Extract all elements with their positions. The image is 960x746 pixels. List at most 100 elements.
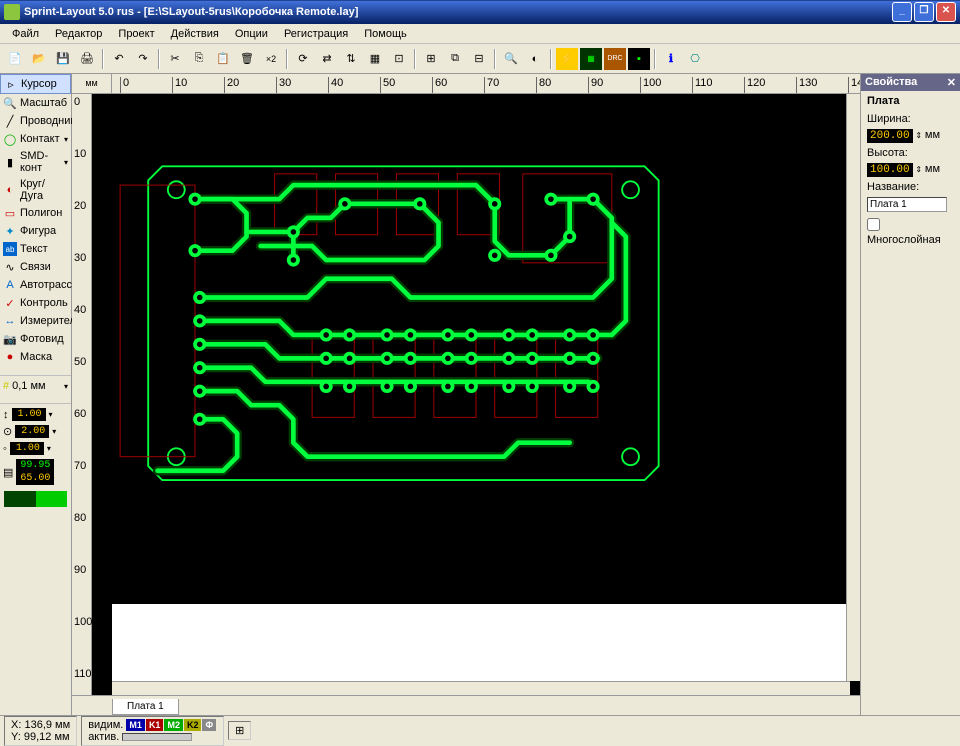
tool-shape-label: Фигура [20, 225, 56, 237]
empty-area [112, 604, 850, 685]
close-button[interactable]: ✕ [936, 2, 956, 22]
param-diam[interactable]: ⊙2.00▾ [0, 423, 71, 440]
menu-help[interactable]: Помощь [356, 26, 415, 42]
remove-button[interactable]: ⊟ [468, 48, 490, 70]
width-label: Ширина: [867, 113, 911, 125]
tool-connect[interactable]: ∿Связи [0, 258, 71, 276]
vertical-ruler[interactable]: 0102030405060708090100110 [72, 94, 92, 695]
copy-button[interactable]: ⎘ [188, 48, 210, 70]
diam-icon: ⊙ [3, 425, 12, 438]
tool-track-label: Проводник [20, 115, 75, 127]
undo-button[interactable]: ↶ [108, 48, 130, 70]
dup-button[interactable]: ×2 [260, 48, 282, 70]
measure-icon: ↔ [3, 314, 17, 328]
delete-button[interactable]: 🗑 [236, 48, 258, 70]
open-button[interactable]: 📂 [28, 48, 50, 70]
param-hole[interactable]: ◦1.00▾ [0, 440, 71, 457]
main-area: ▹Курсор 🔍Масштаб ╱Проводник ◯Контакт▾ ▮S… [0, 74, 960, 715]
menu-actions[interactable]: Действия [163, 26, 227, 42]
menu-register[interactable]: Регистрация [276, 26, 356, 42]
print-button[interactable]: 🖨 [76, 48, 98, 70]
tool-mask[interactable]: ●Маска [0, 348, 71, 366]
redo-button[interactable]: ↷ [132, 48, 154, 70]
align-button[interactable]: ▦ [364, 48, 386, 70]
menu-project[interactable]: Проект [110, 26, 162, 42]
hole-icon: ◦ [3, 443, 7, 455]
tool-text[interactable]: abТекст [0, 240, 71, 258]
photo-icon: 📷 [3, 332, 17, 346]
layer-f[interactable]: Ф [202, 719, 216, 731]
zoom-icon: 🔍 [3, 96, 17, 110]
tool-check[interactable]: ✓Контроль [0, 294, 71, 312]
window-title: Sprint-Layout 5.0 rus - [E:\SLayout-5rus… [24, 6, 890, 18]
tool-circle-label: Круг/Дуга [20, 178, 68, 202]
param-width[interactable]: ↕1.00▾ [0, 406, 71, 423]
tool-measure[interactable]: ↔Измеритель [0, 312, 71, 330]
link-button[interactable]: ⧉ [444, 48, 466, 70]
tool-smd[interactable]: ▮SMD-конт▾ [0, 148, 71, 176]
contrast-button[interactable]: ◐ [524, 48, 546, 70]
save-button[interactable]: 💾 [52, 48, 74, 70]
layer-m2[interactable]: M2 [164, 719, 183, 731]
layer-color-swatch[interactable] [4, 491, 67, 507]
height-unit: мм [925, 163, 940, 175]
layer-k2[interactable]: K2 [184, 719, 202, 731]
minimize-button[interactable]: _ [892, 2, 912, 22]
macro-button[interactable]: ⎔ [684, 48, 706, 70]
layer-m1[interactable]: M1 [126, 719, 145, 731]
width-value[interactable]: 200.00 [867, 129, 913, 143]
horizontal-ruler[interactable]: 0102030405060708090100110120130140150 [112, 74, 860, 94]
shape-icon: ✦ [3, 224, 17, 238]
layer2-button[interactable]: ▪ [628, 48, 650, 70]
tool-text-label: Текст [20, 243, 48, 255]
height-label: Высота: [867, 147, 908, 159]
group-button[interactable]: ⊡ [388, 48, 410, 70]
param-pos-x: 99.95 [16, 459, 54, 472]
tool-autoroute[interactable]: AАвтотрасса [0, 276, 71, 294]
cut-button[interactable]: ✂ [164, 48, 186, 70]
menu-options[interactable]: Опции [227, 26, 276, 42]
paste-button[interactable]: 📋 [212, 48, 234, 70]
tool-smd-label: SMD-конт [20, 150, 61, 174]
cursor-x: 136,9 мм [24, 719, 70, 731]
menu-edit[interactable]: Редактор [47, 26, 110, 42]
tab-board1[interactable]: Плата 1 [112, 699, 179, 715]
connect-icon: ∿ [3, 260, 17, 274]
multilayer-label: Многослойная [867, 234, 941, 246]
horizontal-scrollbar[interactable] [112, 681, 850, 695]
maximize-button[interactable]: ❐ [914, 2, 934, 22]
vertical-scrollbar[interactable] [846, 94, 860, 681]
tool-cursor[interactable]: ▹Курсор [0, 74, 71, 94]
test-button[interactable]: ⚡ [556, 48, 578, 70]
tool-photo[interactable]: 📷Фотовид [0, 330, 71, 348]
tool-track[interactable]: ╱Проводник [0, 112, 71, 130]
new-button[interactable]: 📄 [4, 48, 26, 70]
multilayer-checkbox[interactable] [867, 218, 880, 231]
tool-zoom[interactable]: 🔍Масштаб [0, 94, 71, 112]
pos-icon: ▤ [3, 466, 13, 479]
chevron-down-icon: ▾ [64, 158, 68, 167]
panel-close-icon[interactable]: ✕ [947, 76, 956, 89]
tool-pad[interactable]: ◯Контакт▾ [0, 130, 71, 148]
menu-file[interactable]: Файл [4, 26, 47, 42]
name-input[interactable] [867, 197, 947, 212]
smd-icon: ▮ [3, 155, 17, 169]
height-value[interactable]: 100.00 [867, 163, 913, 177]
mirrorv-button[interactable]: ⇅ [340, 48, 362, 70]
info-button[interactable]: ℹ [660, 48, 682, 70]
tool-polygon[interactable]: ▭Полигон [0, 204, 71, 222]
drc-button[interactable]: DRC [604, 48, 626, 70]
tool-shape[interactable]: ✦Фигура [0, 222, 71, 240]
tool-circle[interactable]: ◐Круг/Дуга [0, 176, 71, 204]
snap-button[interactable]: ⊞ [420, 48, 442, 70]
param-pos[interactable]: ▤99.9565.00 [0, 457, 71, 487]
layer-k1[interactable]: K1 [146, 719, 164, 731]
grid-setting[interactable]: #0,1 мм▾ [0, 378, 71, 394]
layer1-button[interactable]: ▦ [580, 48, 602, 70]
pcb-canvas[interactable] [92, 94, 860, 695]
polygon-icon: ▭ [3, 206, 17, 220]
rotate-button[interactable]: ⟳ [292, 48, 314, 70]
layer-visibility[interactable]: видим. M1K1M2K2Ф актив. [81, 716, 224, 746]
mirrorh-button[interactable]: ⇄ [316, 48, 338, 70]
zoom-button[interactable]: 🔍 [500, 48, 522, 70]
